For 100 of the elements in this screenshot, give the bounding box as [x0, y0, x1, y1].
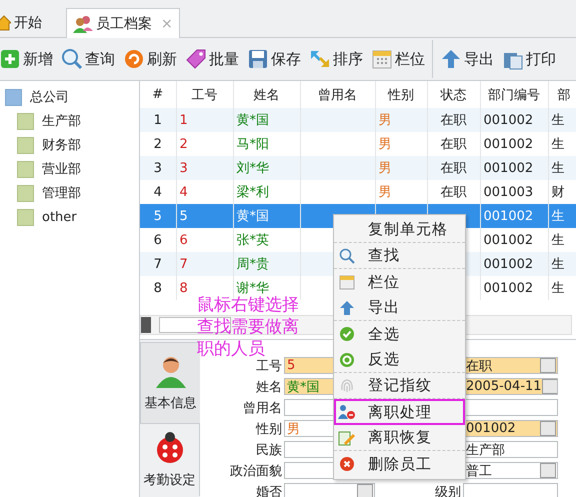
tree-item[interactable]: 管理部 [0, 181, 139, 205]
field-label: 姓名 [255, 378, 282, 396]
add-icon [0, 48, 21, 70]
table-cell: 3 [140, 156, 176, 180]
toolbar-button[interactable]: 刷新 [120, 48, 180, 70]
table-cell: 001002 [480, 252, 548, 276]
toolbar-button[interactable]: 打印 [499, 48, 559, 70]
table-cell: 黄*国 [233, 204, 300, 228]
tree-item[interactable]: 营业部 [0, 157, 139, 181]
tree-item[interactable]: 生产部 [0, 109, 139, 133]
toolbar-button[interactable]: 栏位 [368, 48, 428, 70]
table-cell: 生 [548, 108, 576, 132]
column-header[interactable]: 部门编号 [480, 81, 548, 108]
column-header[interactable]: 部 [548, 81, 576, 108]
toolbar-button[interactable]: 保存 [244, 48, 304, 70]
table-cell: 001002 [480, 276, 548, 300]
check-icon [339, 326, 355, 342]
input-field[interactable] [463, 483, 558, 497]
menu-item[interactable]: 复制单元格 [334, 217, 465, 243]
tab[interactable]: 员工档案 × [66, 8, 180, 38]
column-header[interactable]: # [140, 81, 176, 108]
table-cell: 在职 [427, 156, 480, 180]
toolbar-button[interactable]: 新增 [0, 48, 56, 70]
table-cell: 5 [140, 204, 176, 228]
dropdown-icon[interactable] [540, 421, 556, 436]
dropdown-icon[interactable] [542, 379, 557, 394]
field-label: 曾用名 [242, 400, 282, 416]
table-cell: 8 [140, 276, 176, 300]
search-icon [61, 48, 83, 70]
input-field[interactable] [463, 399, 558, 416]
refresh-icon [123, 48, 145, 70]
column-header[interactable]: 姓名 [233, 81, 300, 108]
input-field[interactable]: 001002 [463, 420, 558, 437]
person-icon [154, 354, 188, 388]
table-cell: 7 [176, 252, 233, 276]
export-icon [440, 48, 462, 70]
menu-item[interactable]: 导出 [334, 295, 465, 321]
field-label: 工号 [255, 358, 282, 374]
table-cell: 周*贵 [233, 252, 300, 276]
column-header[interactable]: 曾用名 [300, 81, 375, 108]
menu-item[interactable]: 全选 [334, 321, 465, 347]
table-cell: 001002 [480, 204, 548, 228]
tag-icon [185, 48, 207, 70]
column-header[interactable]: 状态 [427, 81, 480, 108]
field-label: 性别 [254, 420, 282, 438]
field-label: 级别 [434, 484, 461, 497]
table-cell: 1 [176, 108, 233, 132]
people-icon [73, 14, 93, 32]
field-label: 政治面貌 [229, 462, 282, 480]
field-label: 民族 [255, 442, 282, 458]
side-tab[interactable]: 考勤设定 [140, 424, 200, 496]
sort-icon [309, 48, 331, 70]
tree-item[interactable]: other [0, 205, 139, 229]
table-cell: 3 [176, 156, 233, 180]
table-cell: 生 [548, 276, 576, 300]
menu-item[interactable]: 登记指纹 [334, 373, 465, 399]
input-field[interactable]: 在职 [463, 357, 558, 374]
house-icon [0, 15, 11, 31]
menu-item[interactable]: 查找 [334, 243, 465, 269]
table-cell: 001002 [480, 108, 548, 132]
table-cell: 在职 [427, 108, 480, 132]
fingerprint-icon [339, 378, 355, 394]
delete-icon [339, 456, 355, 472]
save-icon [247, 48, 269, 70]
table-cell: 男 [375, 156, 427, 180]
toolbar-button[interactable]: 批量 [182, 48, 242, 70]
menu-item[interactable]: 删除员工 [334, 451, 465, 477]
menu-item[interactable]: 离职恢复 [334, 425, 465, 451]
user-remove-icon [338, 404, 356, 420]
menu-item[interactable]: 反选 [334, 347, 465, 373]
table-cell: 黄*国 [233, 108, 300, 132]
toolbar-button[interactable]: 导出 [437, 48, 497, 70]
table-cell: 生 [548, 156, 576, 180]
search-icon [339, 248, 355, 264]
table-cell: 7 [140, 252, 176, 276]
toolbar-button[interactable]: 排序 [306, 48, 366, 70]
table-cell: 1 [140, 108, 176, 132]
table-cell: 刘*华 [233, 156, 300, 180]
dropdown-icon[interactable] [540, 463, 556, 478]
dropdown-icon[interactable] [357, 484, 373, 497]
column-header[interactable]: 性别 [375, 81, 427, 108]
user-edit-icon [338, 430, 356, 446]
up-arrow-icon [339, 300, 355, 316]
menu-item[interactable]: 栏位 [334, 269, 465, 295]
table-cell: 5 [176, 204, 233, 228]
column-header[interactable]: 工号 [176, 81, 233, 108]
tab[interactable]: 开始 [0, 9, 52, 37]
columns-icon [371, 48, 393, 70]
table-cell: 生 [548, 252, 576, 276]
input-field[interactable]: 2005-04-11 [463, 378, 558, 395]
input-field[interactable]: 生产部 [463, 441, 558, 458]
tree-item[interactable]: 财务部 [0, 133, 139, 157]
dropdown-icon[interactable] [540, 358, 556, 373]
table-cell: 001002 [480, 156, 548, 180]
tree-item[interactable]: 总公司 [0, 85, 139, 109]
table-cell: 男 [375, 108, 427, 132]
input-field[interactable] [284, 483, 375, 497]
input-field[interactable]: 普工 [463, 462, 558, 479]
toolbar-button[interactable]: 查询 [58, 48, 118, 70]
calendar-icon [339, 274, 355, 290]
